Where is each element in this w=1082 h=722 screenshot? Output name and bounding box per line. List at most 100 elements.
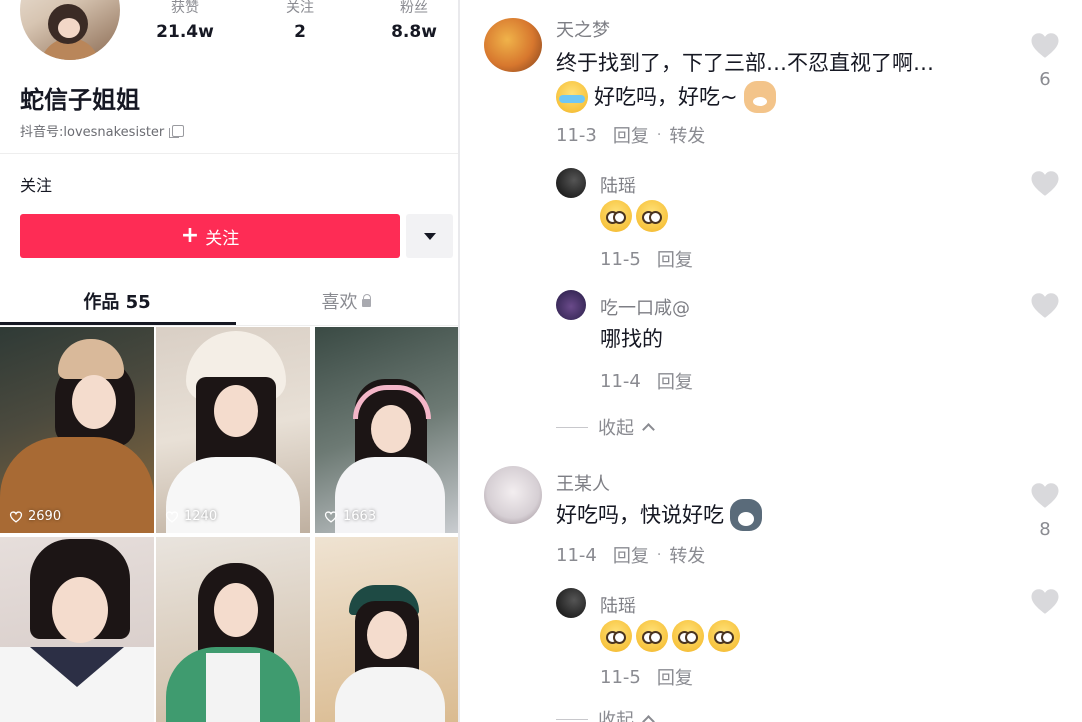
douyin-id-text: 抖音号:lovesnakesister	[20, 125, 165, 140]
comment-text: 好吃吗，快说好吃	[556, 503, 724, 527]
reply-like-button[interactable]	[1030, 588, 1060, 619]
forward-button[interactable]: 转发	[669, 122, 705, 148]
pleading-emoji-icon	[636, 200, 668, 232]
comment-date: 11-4	[556, 544, 597, 566]
reply-text	[600, 200, 668, 232]
reply-button[interactable]: 回复	[613, 542, 649, 568]
lock-icon	[361, 294, 371, 307]
pleading-emoji-icon	[600, 620, 632, 652]
pleading-emoji-icon	[672, 620, 704, 652]
video-thumbnail[interactable]	[315, 537, 458, 722]
stat-following[interactable]: 关注 2	[255, 0, 345, 42]
follow-button-label: 关注	[205, 228, 240, 249]
comment-text-line2: 好吃吗，好吃~	[556, 80, 776, 114]
reply-meta: 11-4 回复	[600, 368, 693, 394]
tab-likes[interactable]: 喜欢	[234, 288, 458, 314]
heart-icon	[324, 510, 338, 523]
comment-like-button[interactable]: 6	[1030, 32, 1060, 90]
collapse-line	[556, 718, 588, 720]
reply-button[interactable]: 回复	[657, 664, 693, 690]
video-like-count: 2690	[9, 509, 61, 524]
stat-value: 2	[294, 22, 306, 42]
heart-icon	[1031, 33, 1059, 58]
collapse-replies-button[interactable]: 收起	[556, 414, 655, 440]
commenter-name[interactable]: 天之梦	[556, 16, 610, 42]
profile-panel: 获赞 21.4w 关注 2 粉丝 8.8w 蛇信子姐姐 抖音号:lovesnak…	[0, 0, 458, 722]
stat-value: 8.8w	[391, 22, 437, 42]
profile-avatar[interactable]	[20, 0, 120, 60]
video-thumbnail[interactable]: 2690	[0, 327, 154, 533]
heart-icon	[1031, 589, 1059, 614]
forward-button[interactable]: 转发	[669, 542, 705, 568]
video-thumbnail[interactable]	[156, 537, 310, 722]
commenter-avatar[interactable]	[484, 18, 542, 72]
replier-avatar[interactable]	[556, 588, 586, 618]
divider	[0, 153, 458, 154]
reply-text: 哪找的	[600, 327, 663, 351]
commenter-name[interactable]: 王某人	[556, 470, 610, 496]
like-count: 6	[1039, 69, 1051, 90]
like-count: 8	[1039, 519, 1051, 540]
video-thumbnail[interactable]: 1240	[156, 327, 310, 533]
comment-text: 好吃吗，好吃~	[594, 85, 738, 109]
reply-date: 11-5	[600, 666, 641, 688]
comment-like-button[interactable]: 8	[1030, 482, 1060, 540]
reply-meta: 11-5 回复	[600, 664, 693, 690]
like-count-text: 1240	[184, 509, 218, 524]
video-thumbnail[interactable]	[0, 537, 154, 722]
divider	[0, 325, 458, 326]
comments-panel: 天之梦 终于找到了，下了三部…不忍直视了啊… 好吃吗，好吃~ 11-3 回复 ·…	[460, 0, 1082, 722]
replier-name[interactable]: 吃一口咸@	[600, 294, 690, 320]
follow-hint: 关注	[20, 176, 53, 195]
heart-icon	[1031, 171, 1059, 196]
stat-followers[interactable]: 粉丝 8.8w	[369, 0, 458, 42]
tab-works[interactable]: 作品 55	[0, 288, 234, 314]
like-count-text: 2690	[28, 509, 62, 524]
douyin-id: 抖音号:lovesnakesister	[20, 121, 185, 140]
chevron-up-icon	[642, 714, 655, 722]
replier-avatar[interactable]	[556, 290, 586, 320]
stat-likes[interactable]: 获赞 21.4w	[140, 0, 230, 42]
reply-text	[600, 620, 740, 652]
screenshot-root: 获赞 21.4w 关注 2 粉丝 8.8w 蛇信子姐姐 抖音号:lovesnak…	[0, 0, 1082, 722]
chevron-down-icon	[423, 232, 436, 240]
commenter-avatar[interactable]	[484, 466, 542, 524]
reply-button[interactable]: 回复	[657, 368, 693, 394]
reply-date: 11-5	[600, 248, 641, 270]
collapse-line	[556, 426, 588, 428]
stat-label: 关注	[286, 0, 314, 16]
reply-like-button[interactable]	[1030, 292, 1060, 323]
video-thumbnail[interactable]: 1663	[315, 327, 458, 533]
comment-meta: 11-4 回复 · 转发	[556, 542, 705, 568]
reply-meta: 11-5 回复	[600, 246, 693, 272]
comment-text-row: 好吃吗，快说好吃	[556, 498, 762, 532]
stat-value: 21.4w	[156, 22, 214, 42]
comment-date: 11-3	[556, 124, 597, 146]
video-like-count: 1663	[324, 509, 376, 524]
reply-like-button[interactable]	[1030, 170, 1060, 201]
replier-name[interactable]: 陆瑶	[600, 172, 636, 198]
dog-emoji-icon	[743, 81, 776, 113]
collapse-replies-button[interactable]: 收起	[556, 706, 655, 722]
reply-button[interactable]: 回复	[613, 122, 649, 148]
profile-nickname: 蛇信子姐姐	[20, 86, 140, 114]
tab-likes-label: 喜欢	[321, 292, 358, 313]
stat-label: 粉丝	[400, 0, 428, 16]
husky-emoji-icon	[730, 499, 762, 531]
more-dropdown-button[interactable]	[406, 214, 453, 258]
pleading-emoji-icon	[600, 200, 632, 232]
replier-name[interactable]: 陆瑶	[600, 592, 636, 618]
stat-label: 获赞	[171, 0, 199, 16]
replier-avatar[interactable]	[556, 168, 586, 198]
comment-text: 终于找到了，下了三部…不忍直视了啊…	[556, 51, 934, 75]
heart-icon	[1031, 483, 1059, 508]
copy-icon[interactable]	[169, 124, 185, 138]
collapse-label: 收起	[598, 418, 634, 439]
separator-dot: ·	[656, 547, 662, 563]
follow-button[interactable]: + 关注	[20, 214, 400, 258]
reply-button[interactable]: 回复	[657, 246, 693, 272]
crying-emoji-icon	[556, 81, 588, 113]
plus-icon: +	[180, 223, 200, 248]
heart-icon	[9, 510, 23, 523]
pleading-emoji-icon	[708, 620, 740, 652]
